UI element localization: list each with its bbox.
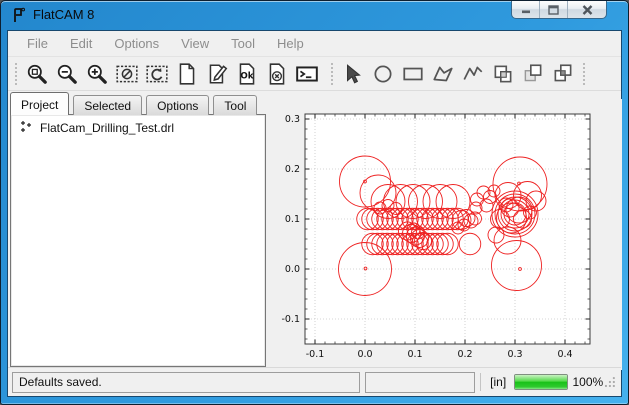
new-file-icon: [175, 62, 199, 86]
replot-icon: [145, 62, 169, 86]
progress-bar: [514, 374, 568, 390]
polyline-icon: [461, 62, 485, 86]
union-button[interactable]: [488, 60, 518, 88]
toolbar-drag-handle-3[interactable]: [581, 61, 587, 87]
editor-button[interactable]: [202, 60, 232, 88]
command-shell-button[interactable]: [292, 60, 322, 88]
tab-bar: Project Selected Options Tool: [10, 92, 261, 115]
tree-item-drill-file[interactable]: FlatCam_Drilling_Test.drl: [11, 115, 265, 137]
save-ok-button[interactable]: Ok: [232, 60, 262, 88]
maximize-icon: [548, 5, 559, 15]
menu-edit[interactable]: Edit: [59, 33, 103, 54]
zoom-out-icon: [55, 62, 79, 86]
select-tool-button[interactable]: [338, 60, 368, 88]
svg-text:0.0: 0.0: [357, 349, 372, 360]
svg-text:-0.1: -0.1: [281, 314, 300, 325]
zoom-out-button[interactable]: [52, 60, 82, 88]
tree-item-label: FlatCam_Drilling_Test.drl: [40, 121, 174, 135]
circle-icon: [371, 62, 395, 86]
zoom-fit-icon: [25, 62, 49, 86]
add-circle-button[interactable]: [368, 60, 398, 88]
terminal-icon: [295, 62, 319, 86]
menu-tool[interactable]: Tool: [220, 33, 266, 54]
svg-text:0.2: 0.2: [285, 164, 300, 175]
toolbar-drag-handle[interactable]: [13, 61, 19, 87]
cut-button[interactable]: [548, 60, 578, 88]
add-polygon-button[interactable]: [428, 60, 458, 88]
close-icon: [582, 5, 593, 15]
menu-help[interactable]: Help: [266, 33, 315, 54]
cancel-edit-button[interactable]: [262, 60, 292, 88]
svg-text:0.1: 0.1: [285, 214, 300, 225]
maximize-button[interactable]: [540, 1, 568, 18]
tab-project[interactable]: Project: [10, 92, 69, 115]
status-secondary-field: [365, 372, 476, 393]
progress-percent-label: 100%: [572, 375, 603, 389]
caption-buttons: [511, 1, 607, 19]
polygon-icon: [431, 62, 455, 86]
close-button[interactable]: [568, 1, 606, 18]
clear-plot-icon: [115, 62, 139, 86]
svg-text:-0.1: -0.1: [306, 349, 325, 360]
client-area: File Edit Options View Tool Help: [7, 30, 622, 397]
cancel-file-icon: [265, 62, 289, 86]
svg-text:Ok: Ok: [240, 71, 253, 81]
app-window: FlatCAM 8 File Edit Options View Tool He…: [0, 0, 629, 405]
tab-selected[interactable]: Selected: [73, 95, 142, 115]
status-message: Defaults saved.: [19, 375, 102, 389]
plot-canvas[interactable]: -0.1 0.0 0.1 0.2 0.3 0.4 -0.1 0.0 0.1 0.2 0.3: [268, 99, 622, 370]
new-project-button[interactable]: [172, 60, 202, 88]
replot-button[interactable]: [142, 60, 172, 88]
drill-object-icon: [18, 120, 33, 135]
drill-plot: -0.1 0.0 0.1 0.2 0.3 0.4 -0.1 0.0 0.1 0.2 0.3: [268, 99, 622, 370]
svg-text:0.3: 0.3: [507, 349, 522, 360]
status-bar: Defaults saved. [in] 100%: [8, 367, 621, 396]
svg-text:0.0: 0.0: [285, 264, 300, 275]
status-message-field: Defaults saved.: [12, 372, 360, 393]
tab-options[interactable]: Options: [146, 95, 209, 115]
zoom-in-icon: [85, 62, 109, 86]
edit-file-icon: [205, 62, 229, 86]
status-separator: [480, 373, 481, 391]
ok-file-icon: Ok: [235, 62, 259, 86]
svg-text:0.2: 0.2: [457, 349, 472, 360]
progress-bar-fill: [515, 375, 567, 389]
add-path-button[interactable]: [458, 60, 488, 88]
title-bar[interactable]: FlatCAM 8: [1, 1, 628, 30]
svg-text:0.4: 0.4: [557, 349, 572, 360]
tab-tool[interactable]: Tool: [213, 95, 257, 115]
menu-options[interactable]: Options: [103, 33, 170, 54]
units-label: [in]: [486, 375, 510, 389]
clear-plot-button[interactable]: [112, 60, 142, 88]
toolbar: Ok: [8, 56, 621, 91]
add-rectangle-button[interactable]: [398, 60, 428, 88]
zoom-in-button[interactable]: [82, 60, 112, 88]
rectangle-icon: [401, 62, 425, 86]
subtract-icon: [521, 62, 545, 86]
menu-file[interactable]: File: [16, 33, 59, 54]
menu-bar: File Edit Options View Tool Help: [8, 32, 621, 55]
svg-text:0.1: 0.1: [407, 349, 422, 360]
project-tree-panel: FlatCam_Drilling_Test.drl: [10, 114, 266, 367]
subtract-button[interactable]: [518, 60, 548, 88]
minimize-button[interactable]: [512, 1, 540, 18]
menu-view[interactable]: View: [170, 33, 220, 54]
zoom-fit-button[interactable]: [22, 60, 52, 88]
cut-icon: [551, 62, 575, 86]
union-icon: [491, 62, 515, 86]
minimize-icon: [521, 5, 531, 14]
resize-grip[interactable]: [603, 375, 617, 389]
window-title: FlatCAM 8: [33, 7, 94, 22]
pointer-icon: [341, 62, 365, 86]
app-icon: [11, 7, 27, 23]
toolbar-drag-handle-2[interactable]: [329, 61, 335, 87]
svg-text:0.3: 0.3: [285, 114, 300, 125]
